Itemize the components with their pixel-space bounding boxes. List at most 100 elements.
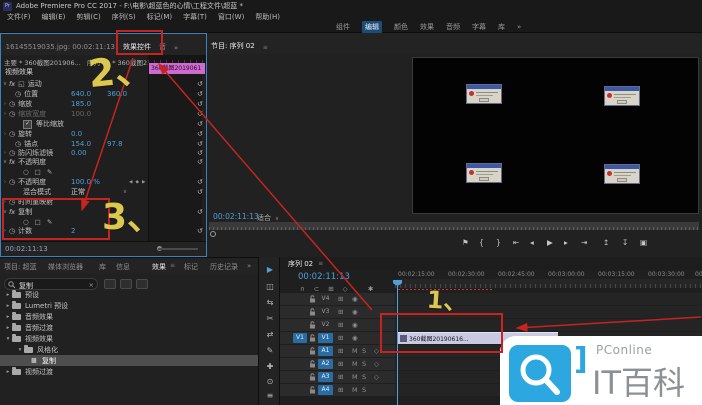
source-patch-v1[interactable]: V1 xyxy=(293,333,307,343)
twirl-icon[interactable]: › xyxy=(1,101,9,107)
toggle-track-output-icon[interactable]: ◉ xyxy=(352,306,358,318)
workspace-libraries[interactable]: 库 xyxy=(498,22,505,32)
sync-lock-icon[interactable]: ⊞ xyxy=(338,319,343,331)
track-header-a4[interactable]: A4 ⊞ M S xyxy=(280,384,395,396)
play-button[interactable]: ▶ xyxy=(547,238,553,247)
tree-closed-icon[interactable]: ▸ xyxy=(4,314,12,320)
reset-icon[interactable]: ↺ xyxy=(197,130,203,138)
step-forward-button[interactable]: ▸ xyxy=(564,238,568,247)
toggle-track-output-icon[interactable]: ◉ xyxy=(352,332,358,344)
add-keyframe-icon[interactable]: ◆ xyxy=(135,180,138,185)
tree-open-icon[interactable]: ▾ xyxy=(16,347,24,353)
param-value[interactable]: 97.8 xyxy=(107,140,123,148)
tree-item-lumetri-presets[interactable]: ▸ Lumetri 预设 xyxy=(0,300,258,311)
track-badge[interactable]: V2 xyxy=(318,320,333,330)
tree-item-replicate-selected[interactable]: ▩ 复制 xyxy=(0,355,258,366)
param-opacity[interactable]: › ◷ 不透明度 100.0 % ◀ ◆ ▶ ↺ xyxy=(1,177,208,187)
selection-tool[interactable]: ▶ xyxy=(259,265,281,274)
stopwatch-icon[interactable]: ◷ xyxy=(9,130,15,138)
track-header-a1[interactable]: A1 ⊞ M S ◇ xyxy=(280,345,395,357)
stopwatch-icon[interactable]: ◷ xyxy=(15,140,21,148)
slip-tool[interactable]: ⇄ xyxy=(259,330,281,339)
next-keyframe-icon[interactable]: ▶ xyxy=(142,180,145,185)
sequence-clip-label[interactable]: 序列 02 * 360截图2... xyxy=(87,57,153,67)
mark-out-button[interactable]: } xyxy=(496,238,501,247)
uniform-scale-checkbox[interactable]: ✓ xyxy=(23,120,32,129)
reset-icon[interactable]: ↺ xyxy=(197,120,203,128)
track-badge[interactable]: V1 xyxy=(318,333,333,343)
ec-zoom-slider[interactable] xyxy=(158,248,198,250)
param-value[interactable]: 185.0 xyxy=(71,100,91,108)
twirl-icon[interactable]: ∨ xyxy=(1,209,9,215)
tab-info[interactable]: 信息 xyxy=(116,262,130,272)
extract-button[interactable]: ↧ xyxy=(622,238,628,247)
param-value[interactable]: 0.0 xyxy=(71,130,82,138)
clear-search-icon[interactable]: × xyxy=(89,281,94,289)
stopwatch-icon[interactable]: ◷ xyxy=(15,90,21,98)
effect-group-replicate[interactable]: ∨ fx 复制 ↺ xyxy=(1,207,208,217)
master-clip-label[interactable]: 主要 * 360截图201906... xyxy=(4,57,81,67)
sync-lock-icon[interactable]: ⊞ xyxy=(338,345,343,357)
menu-clip[interactable]: 剪辑(C) xyxy=(76,12,100,22)
track-badge[interactable]: A1 xyxy=(318,346,333,356)
tab-audio-mixer[interactable]: 音 xyxy=(159,42,166,52)
ec-tab-overflow-icon[interactable]: » xyxy=(174,44,178,52)
workspace-color[interactable]: 颜色 xyxy=(394,22,408,32)
timeline-settings-icon[interactable]: ✱ xyxy=(368,285,373,293)
tree-item-presets[interactable]: ▸ 预设 xyxy=(0,289,258,300)
tab-source-monitor[interactable]: 图20190616145519035.jpg: 00:02:11:13 xyxy=(5,42,115,52)
workspace-editing[interactable]: 编辑 xyxy=(362,21,382,33)
solo-button[interactable]: S xyxy=(362,384,366,396)
workspace-assembly[interactable]: 组件 xyxy=(336,22,350,32)
prev-keyframe-icon[interactable]: ◀ xyxy=(129,180,132,185)
lock-icon[interactable] xyxy=(309,347,316,355)
track-header-v4[interactable]: V4 ⊞ ◉ xyxy=(280,293,395,305)
tab-project[interactable]: 项目: 超蓝 xyxy=(4,262,37,272)
reset-icon[interactable]: ↺ xyxy=(197,208,203,216)
twirl-icon[interactable]: › xyxy=(1,111,9,117)
sync-lock-icon[interactable]: ⊞ xyxy=(338,358,343,370)
track-badge[interactable]: A3 xyxy=(318,372,333,382)
param-uniform-scale[interactable]: ✓ 等比缩放 ↺ xyxy=(1,119,208,129)
effect-group-time-remap[interactable]: › ◷ 时间重映射 xyxy=(1,197,208,207)
track-select-tool[interactable]: ◫ xyxy=(259,282,281,291)
mark-in-button[interactable]: { xyxy=(479,238,484,247)
type-tool[interactable]: ≡ xyxy=(259,391,281,400)
pj-tab-overflow-icon[interactable]: » xyxy=(247,262,251,270)
blend-mode-value[interactable]: 正常 xyxy=(71,187,85,197)
sync-lock-icon[interactable]: ⊞ xyxy=(338,371,343,383)
tree-item-audio-transitions[interactable]: ▸ 音频过渡 xyxy=(0,322,258,333)
panel-menu-icon[interactable]: ≡ xyxy=(263,44,268,51)
reset-icon[interactable]: ↺ xyxy=(197,158,203,166)
toggle-track-output-icon[interactable]: ◉ xyxy=(352,293,358,305)
param-position[interactable]: ◷ 位置 640.0 360.0 ↺ xyxy=(1,89,208,99)
tree-closed-icon[interactable]: ▸ xyxy=(4,292,12,298)
track-header-v1[interactable]: V1 V1 ⊞ ◉ xyxy=(280,332,395,344)
tree-closed-icon[interactable]: ▸ xyxy=(4,325,12,331)
toggle-track-output-icon[interactable]: ◉ xyxy=(352,319,358,331)
track-header-a3[interactable]: A3 ⊞ M S ◇ xyxy=(280,371,395,383)
workspace-overflow-icon[interactable]: » xyxy=(517,23,521,31)
lock-icon[interactable] xyxy=(309,295,316,303)
track-badge[interactable]: A4 xyxy=(318,385,333,395)
track-header-v3[interactable]: V3 ⊞ ◉ xyxy=(280,306,395,318)
sync-lock-icon[interactable]: ⊞ xyxy=(338,332,343,344)
rect-mask-icon[interactable]: □ xyxy=(35,168,41,176)
ellipse-mask-icon[interactable]: ○ xyxy=(23,168,29,176)
pen-mask-icon[interactable]: ✎ xyxy=(47,218,52,226)
32bit-effects-filter-icon[interactable] xyxy=(120,279,132,289)
track-badge[interactable]: V4 xyxy=(318,294,333,304)
go-to-in-button[interactable]: ⇤ xyxy=(513,238,519,247)
snap-icon[interactable]: ∩ xyxy=(300,285,305,293)
tree-closed-icon[interactable]: ▸ xyxy=(4,303,12,309)
reset-icon[interactable]: ↺ xyxy=(197,100,203,108)
param-value[interactable]: 0.00 xyxy=(71,149,87,157)
stopwatch-icon[interactable]: ◷ xyxy=(9,227,15,235)
program-video-frame[interactable] xyxy=(412,57,699,214)
ellipse-mask-icon[interactable]: ○ xyxy=(23,218,29,226)
panel-menu-icon[interactable]: ≡ xyxy=(318,260,323,267)
effect-controls-clip-bar[interactable]: 360截图2019061 xyxy=(149,63,205,74)
reset-icon[interactable]: ↺ xyxy=(197,140,203,148)
mute-button[interactable]: M xyxy=(352,371,358,383)
dropdown-icon[interactable]: ∨ xyxy=(123,189,127,195)
